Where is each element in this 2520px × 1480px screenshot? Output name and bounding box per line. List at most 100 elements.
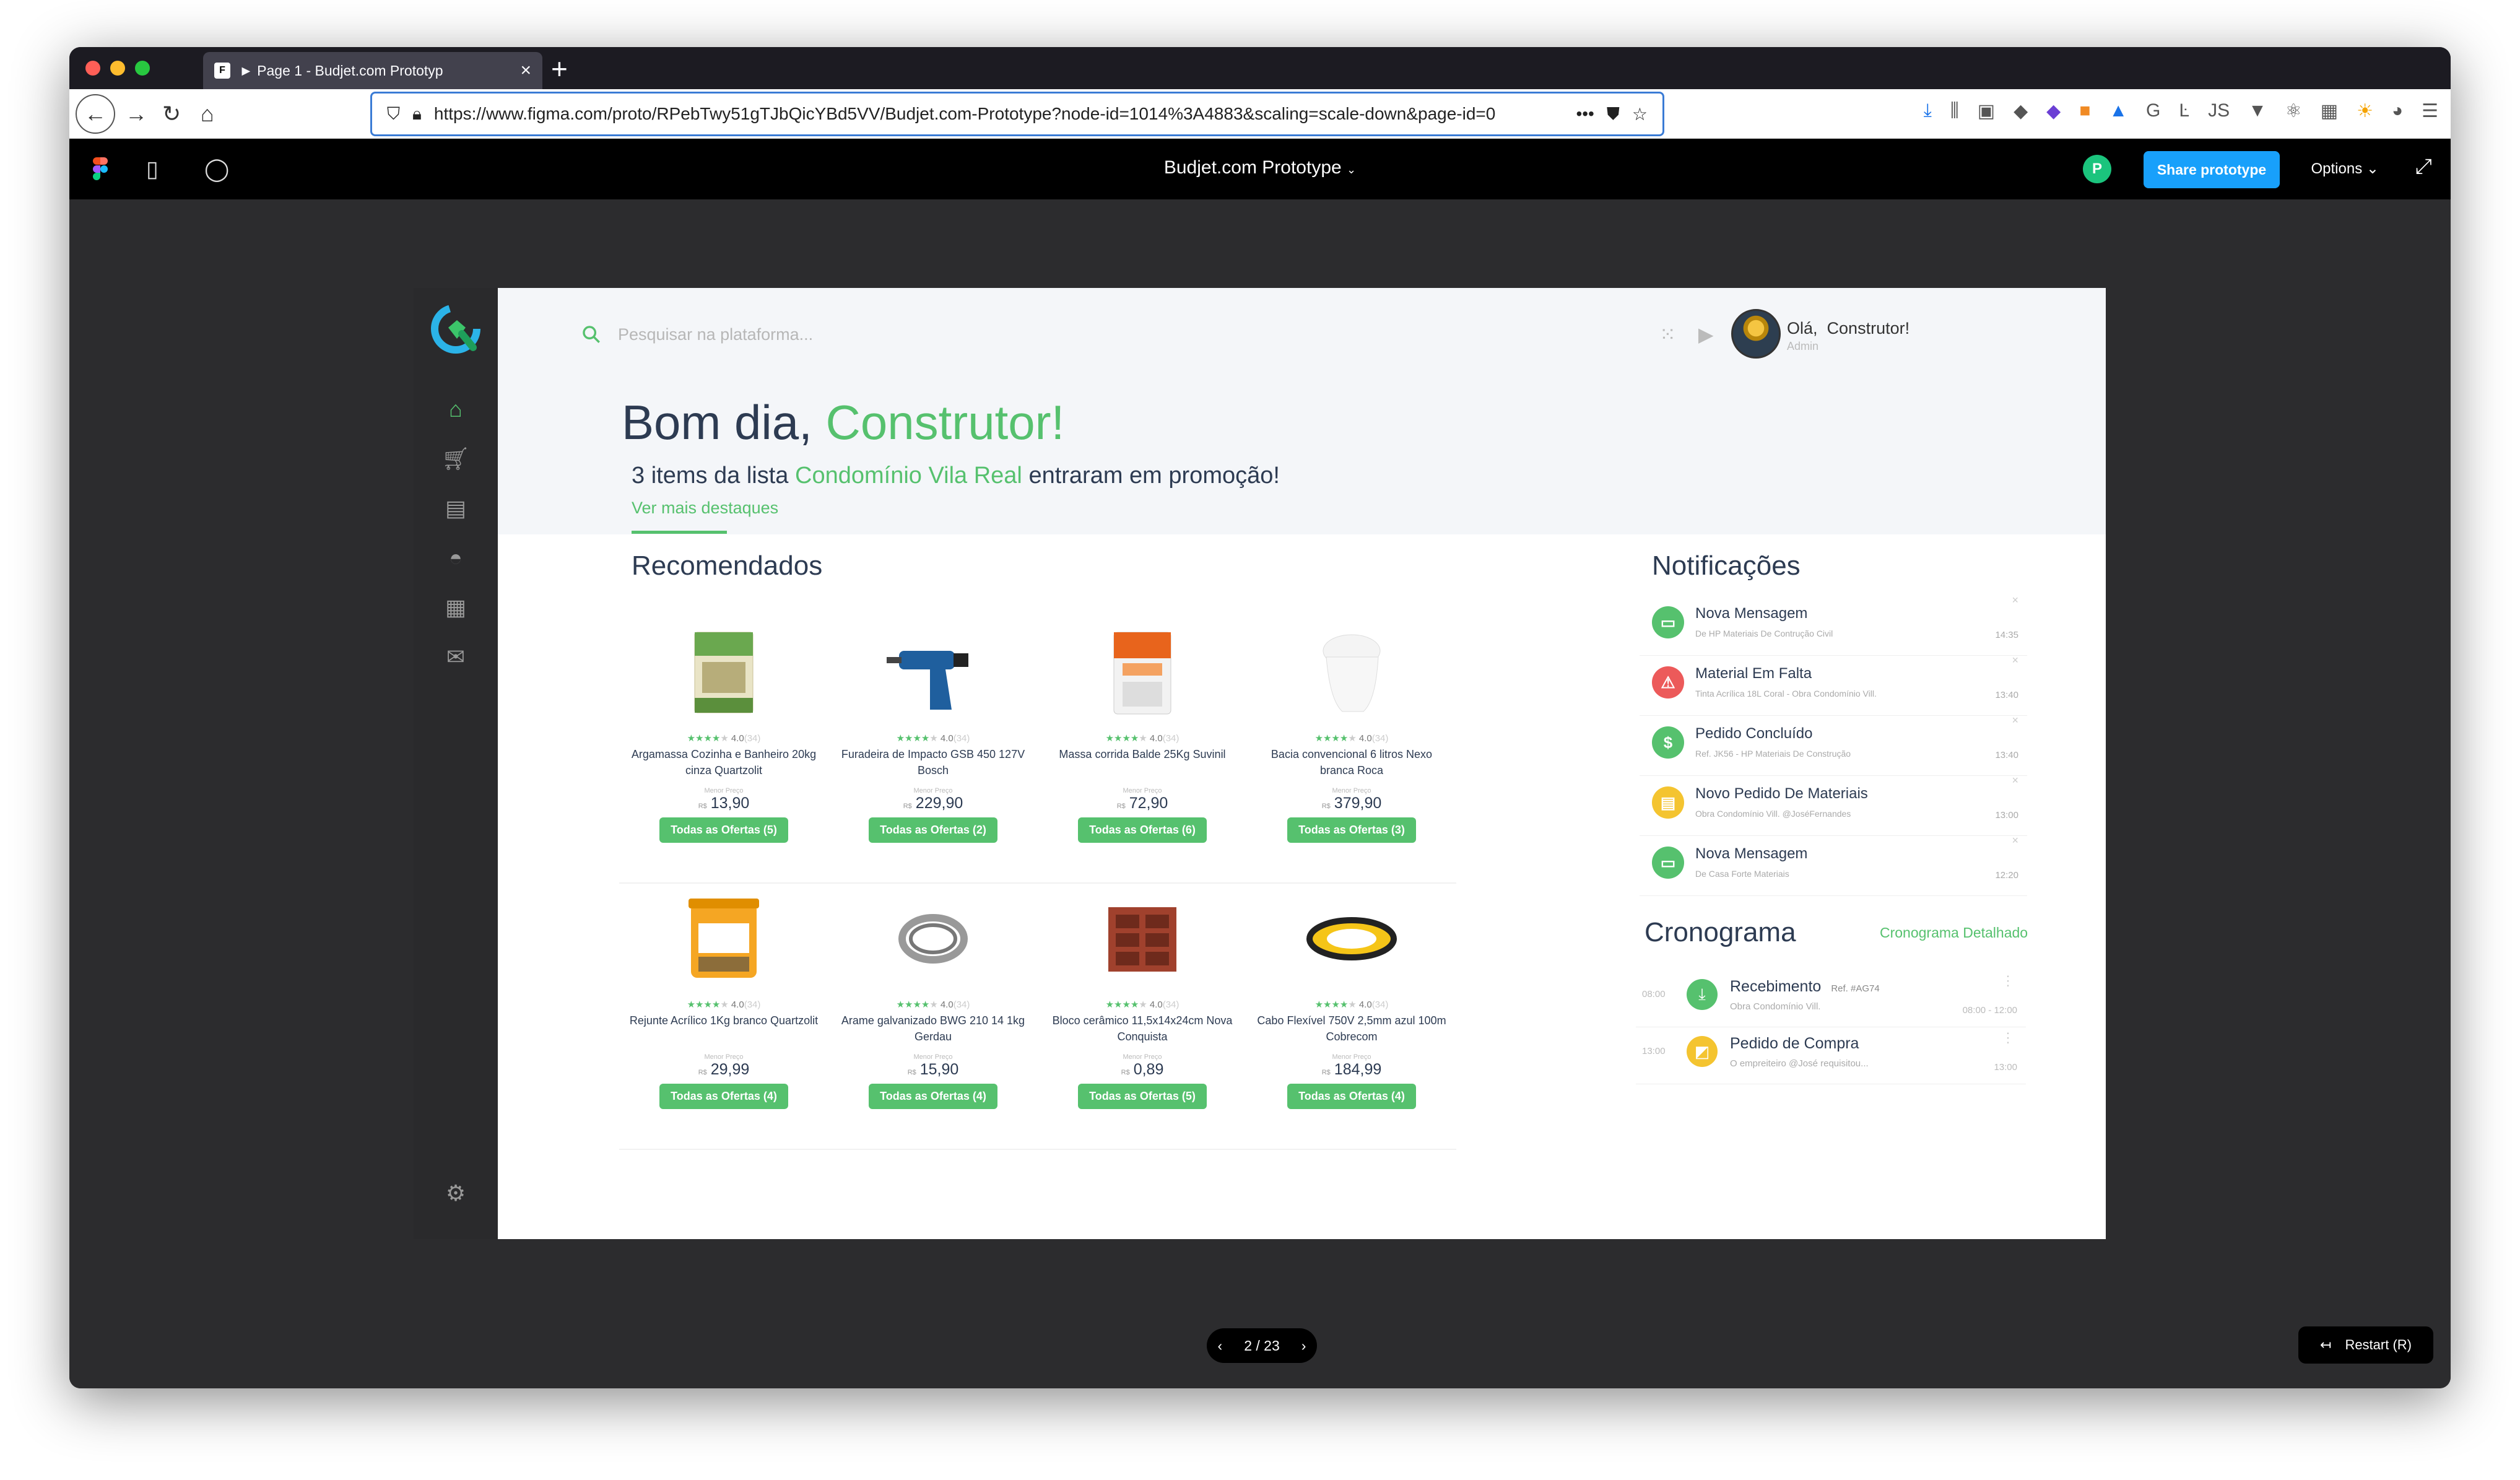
apps-grid-icon[interactable]: ⁙ (1659, 323, 1676, 346)
address-bar[interactable]: ⛉ 🔒︎ https://www.figma.com/proto/RPebTwy… (370, 92, 1664, 136)
close-tab-icon[interactable]: × (520, 61, 531, 80)
schedule-item[interactable]: 13:00 ◩ Pedido de Compra O empreiteiro @Jos… (1636, 1027, 2026, 1084)
prototype-title[interactable]: Budjet.com Prototype ⌄ (1164, 157, 1356, 178)
panel-toggle-icon[interactable]: ▯ (146, 156, 159, 182)
all-offers-button[interactable]: Todas as Ofertas (4) (869, 1084, 997, 1109)
more-icon[interactable]: ••• (1576, 104, 1594, 124)
helmet-icon[interactable]: ◓ (442, 544, 469, 572)
product-image[interactable] (1247, 617, 1456, 728)
product-name[interactable]: Rejunte Acrílico 1Kg branco Quartzolit (619, 1012, 828, 1047)
reload-button[interactable]: ↻ (162, 100, 181, 128)
notifications-icon[interactable]: ▶ (1698, 323, 1714, 346)
extension-sun-icon[interactable]: ☀ (2357, 100, 2373, 122)
extension-box-icon[interactable]: ▦ (2321, 100, 2338, 122)
extension-circle-icon[interactable]: ◕ (2392, 100, 2403, 122)
product-card[interactable]: ★★★★★ 4.0(34) Cabo Flexível 750V 2,5mm azu… (1247, 884, 1456, 1150)
extension-orange-icon[interactable]: ■ (2079, 100, 2090, 122)
product-name[interactable]: Argamassa Cozinha e Banheiro 20kg cinza … (619, 746, 828, 781)
all-offers-button[interactable]: Todas as Ofertas (6) (1078, 817, 1207, 843)
bookmark-star-icon[interactable]: ☆ (1632, 104, 1648, 124)
calendar-icon[interactable]: ▦ (442, 594, 469, 621)
library-icon[interactable]: ⫼ (1950, 100, 1959, 122)
more-vertical-icon[interactable]: ⋮ (2001, 973, 2015, 989)
product-name[interactable]: Bloco cerâmico 11,5x14x24cm Nova Conquis… (1038, 1012, 1247, 1047)
dismiss-icon[interactable]: × (2012, 714, 2018, 727)
product-name[interactable]: Furadeira de Impacto GSB 450 127V Bosch (828, 746, 1038, 781)
fullscreen-icon[interactable]: ⤢ (2415, 155, 2432, 179)
options-button[interactable]: Options ⌄ (2311, 160, 2379, 178)
all-offers-button[interactable]: Todas as Ofertas (4) (1287, 1084, 1416, 1109)
user-avatar[interactable]: P (2083, 155, 2111, 183)
extension-vue-icon[interactable]: ▼ (2248, 100, 2267, 122)
product-name[interactable]: Arame galvanizado BWG 210 14 1kg Gerdau (828, 1012, 1038, 1047)
product-image[interactable] (828, 884, 1038, 994)
extension-g-icon[interactable]: G (2146, 100, 2160, 122)
new-tab-icon[interactable]: + (551, 53, 568, 84)
url-text[interactable]: https://www.figma.com/proto/RPebTwy51gTJ… (434, 104, 1564, 124)
home-icon[interactable]: ⌂ (442, 396, 469, 423)
product-card[interactable]: ★★★★★ 4.0(34) Bloco cerâmico 11,5x14x24cm … (1038, 884, 1247, 1150)
dismiss-icon[interactable]: × (2012, 774, 2018, 787)
search-bar[interactable]: Pesquisar na plataforma... (581, 324, 813, 345)
share-prototype-button[interactable]: Share prototype (2144, 151, 2280, 188)
pocket-icon[interactable]: ⛊ (1607, 104, 1620, 124)
extension-lt-icon[interactable]: Ŀ (2179, 100, 2189, 122)
back-button[interactable]: ← (76, 94, 115, 134)
forward-button[interactable]: → (125, 100, 147, 128)
dismiss-icon[interactable]: × (2012, 834, 2018, 847)
product-image[interactable] (828, 617, 1038, 728)
close-window-button[interactable] (85, 61, 100, 76)
product-card[interactable]: ★★★★★ 4.0(34) Argamassa Cozinha e Banheiro… (619, 617, 828, 884)
notification-item[interactable]: $ Pedido Concluído Ref. JK56 - HP Materiai… (1640, 714, 2027, 776)
product-card[interactable]: ★★★★★ 4.0(34) Massa corrida Balde 25Kg Suv… (1038, 617, 1247, 884)
more-highlights-link[interactable]: Ver mais destaques (632, 498, 778, 518)
budjet-logo-icon[interactable] (430, 303, 482, 355)
extension-blue-icon[interactable]: ▲ (2109, 100, 2127, 122)
product-image[interactable] (1038, 617, 1247, 728)
product-image[interactable] (619, 884, 828, 994)
search-input[interactable]: Pesquisar na plataforma... (618, 325, 813, 344)
user-greeting[interactable]: Olá, Construtor! (1787, 319, 1910, 338)
all-offers-button[interactable]: Todas as Ofertas (4) (659, 1084, 788, 1109)
extension-purple-icon[interactable]: ◆ (2046, 100, 2061, 122)
all-offers-button[interactable]: Todas as Ofertas (5) (1078, 1084, 1207, 1109)
product-card[interactable]: ★★★★★ 4.0(34) Bacia convencional 6 litros … (1247, 617, 1456, 884)
dismiss-icon[interactable]: × (2012, 594, 2018, 607)
product-image[interactable] (619, 617, 828, 728)
schedule-item[interactable]: 08:00 ⤓ Recebimento Ref. #AG74 Obra Condomín… (1636, 970, 2026, 1027)
product-name[interactable]: Cabo Flexível 750V 2,5mm azul 100m Cobre… (1247, 1012, 1456, 1047)
product-image[interactable] (1038, 884, 1247, 994)
all-offers-button[interactable]: Todas as Ofertas (2) (869, 817, 997, 843)
previous-page-icon[interactable]: ‹ (1218, 1338, 1223, 1354)
settings-icon[interactable]: ⚙ (442, 1180, 469, 1207)
notification-item[interactable]: ▤ Novo Pedido De Materiais Obra Condomínio… (1640, 774, 2027, 836)
sidebar-icon[interactable]: ▣ (1978, 100, 1995, 122)
restart-button[interactable]: ↤ Restart (R) (2298, 1326, 2433, 1364)
cart-icon[interactable]: 🛒︎ (441, 445, 470, 472)
figma-logo-icon[interactable] (93, 157, 108, 181)
notification-item[interactable]: ▭ Nova Mensagem De HP Materiais De Contruç… (1640, 594, 2027, 656)
product-card[interactable]: ★★★★★ 4.0(34) Arame galvanizado BWG 210 14… (828, 884, 1038, 1150)
lock-icon[interactable]: 🔒︎ (412, 104, 422, 124)
minimize-window-button[interactable] (110, 61, 125, 76)
dismiss-icon[interactable]: × (2012, 654, 2018, 667)
download-icon[interactable]: ⤓ (1924, 100, 1932, 122)
browser-tab[interactable]: F ► Page 1 - Budjet.com Prototyp × (203, 52, 542, 89)
home-button[interactable]: ⌂ (201, 100, 214, 128)
shield-icon[interactable]: ⛉ (387, 104, 400, 124)
extension-js-icon[interactable]: JS (2208, 100, 2230, 122)
more-vertical-icon[interactable]: ⋮ (2001, 1030, 2015, 1046)
notification-item[interactable]: ⚠ Material Em Falta Tinta Acrílica 18L Cor… (1640, 654, 2027, 716)
all-offers-button[interactable]: Todas as Ofertas (3) (1287, 817, 1416, 843)
product-name[interactable]: Bacia convencional 6 litros Nexo branca … (1247, 746, 1456, 781)
extension-react-icon[interactable]: ⚛ (2285, 100, 2302, 122)
clipboard-icon[interactable]: ▤ (442, 495, 469, 522)
menu-icon[interactable]: ☰ (2422, 100, 2438, 122)
chat-icon[interactable]: ✉ (442, 643, 469, 671)
product-card[interactable]: ★★★★★ 4.0(34) Rejunte Acrílico 1Kg branco … (619, 884, 828, 1150)
all-offers-button[interactable]: Todas as Ofertas (5) (659, 817, 788, 843)
next-page-icon[interactable]: › (1301, 1338, 1306, 1354)
notification-item[interactable]: ▭ Nova Mensagem De Casa Forte Materiais 12:… (1640, 834, 2027, 896)
schedule-detail-link[interactable]: Cronograma Detalhado (1880, 925, 2028, 941)
comment-icon[interactable]: ◯ (204, 156, 229, 182)
